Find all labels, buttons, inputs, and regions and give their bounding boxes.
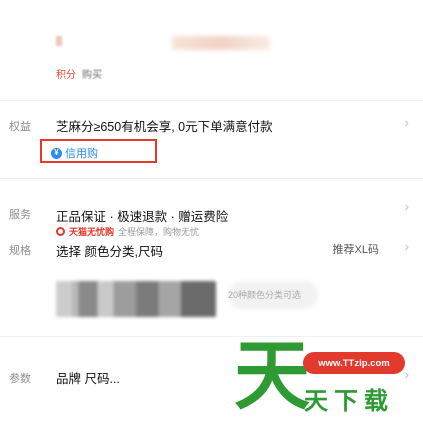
promo-tag: 积分 [56, 70, 76, 81]
credit-purchase-label: 信用购 [65, 148, 98, 160]
watermark-logo-glyph: 天 [234, 334, 310, 419]
chevron-right-icon: › [404, 238, 409, 254]
color-count-note: 20种颜色分类可选 [228, 290, 302, 300]
promo-tags: 积分 购买 [56, 66, 102, 81]
benefits-text: 芝麻分≥650有机会享, 0元下单满意付款 [56, 120, 273, 134]
chevron-right-icon: › [404, 198, 409, 214]
blurred-title-fragment [56, 36, 62, 46]
buy-tag: 购买 [82, 70, 102, 81]
spec-label: 规格 [9, 245, 31, 257]
spec-thumbnails[interactable] [56, 281, 216, 317]
params-text: 品牌 尺码... [56, 372, 120, 386]
blurred-price-bar [172, 36, 270, 50]
credit-purchase-box[interactable]: ¥ 信用购 [40, 139, 157, 163]
divider [0, 336, 423, 337]
service-label: 服务 [9, 209, 31, 221]
params-label: 参数 [9, 373, 31, 385]
chevron-right-icon: › [404, 114, 409, 130]
benefits-label: 权益 [9, 121, 31, 133]
divider [0, 178, 423, 179]
watermark-url-badge: www.TTzip.com [303, 352, 405, 374]
watermark-text: 天下载 [304, 388, 394, 415]
chevron-right-icon: › [404, 366, 409, 382]
product-header: 积分 购买 [0, 0, 423, 96]
blurred-color-thumbnails[interactable] [56, 281, 216, 317]
divider [0, 100, 423, 101]
credit-coin-icon: ¥ [51, 147, 62, 159]
recommend-size: 推荐XL码 [332, 244, 379, 256]
spec-text: 选择 颜色分类,尺码 [56, 245, 163, 259]
service-text: 正品保证 · 极速退款 · 赠运费险 [56, 210, 229, 224]
tmall-ring-icon [56, 227, 65, 236]
product-detail-panel: 积分 购买 权益 芝麻分≥650有机会享, 0元下单满意付款 › ¥ 信用购 服… [0, 0, 423, 433]
